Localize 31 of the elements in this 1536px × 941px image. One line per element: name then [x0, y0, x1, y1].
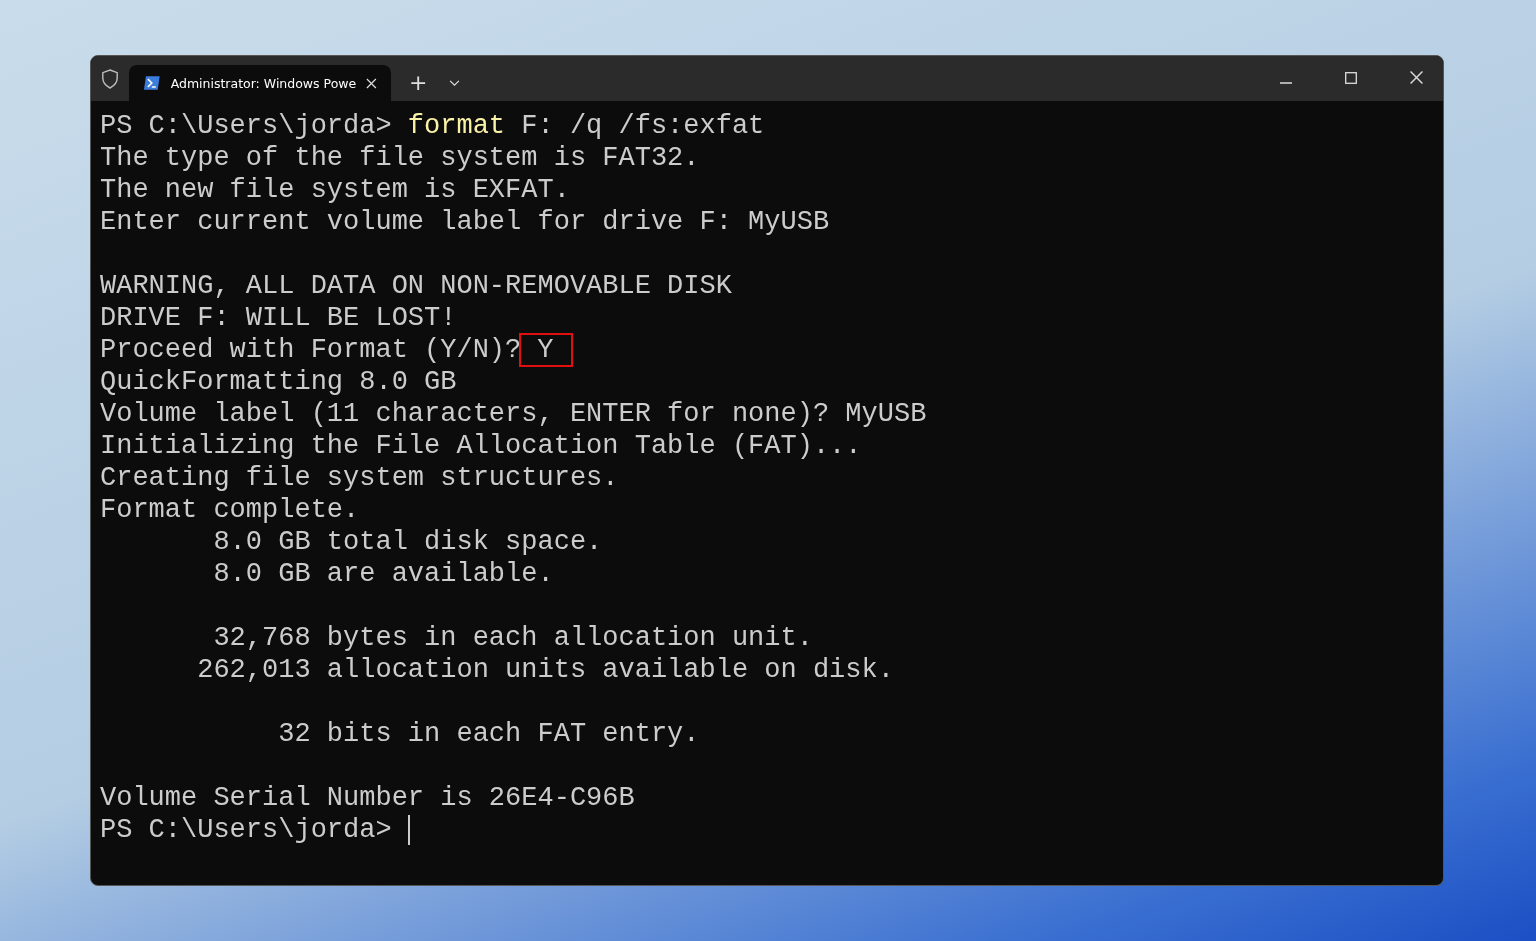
- output-line: 262,013 allocation units available on disk.: [196, 655, 894, 685]
- prompt-text: PS C:\Users\jorda>: [100, 111, 392, 141]
- output-line: Volume Serial Number is 26E4-C96B: [100, 783, 635, 813]
- output-line: QuickFormatting 8.0 GB: [100, 367, 457, 397]
- output-line: The type of the file system is FAT32.: [100, 143, 700, 173]
- shield-icon: [101, 69, 119, 89]
- output-line: Creating file system structures.: [100, 463, 619, 493]
- output-line: The new file system is EXFAT.: [100, 175, 570, 205]
- output-line: WARNING, ALL DATA ON NON-REMOVABLE DISK: [100, 271, 732, 301]
- command-arguments: F: /q /fs:exfat: [521, 111, 765, 141]
- powershell-icon: [143, 75, 161, 91]
- terminal-tab[interactable]: Administrator: Windows Powe: [129, 65, 391, 101]
- output-line: 32,768 bytes in each allocation unit.: [212, 623, 813, 653]
- close-icon[interactable]: [366, 77, 377, 89]
- close-icon[interactable]: [1410, 71, 1423, 84]
- output-line: Enter current volume label for drive F: MyUSB: [100, 207, 830, 237]
- maximize-icon[interactable]: [1345, 72, 1357, 84]
- prompt-text: PS C:\Users\jorda>: [100, 815, 392, 845]
- output-line: 8.0 GB are available.: [212, 559, 554, 589]
- tab-title: Administrator: Windows Powe: [170, 75, 357, 91]
- chevron-down-icon[interactable]: [449, 80, 461, 87]
- output-line: Volume label (11 characters, ENTER for none)? MyUSB: [100, 399, 927, 429]
- new-tab-button[interactable]: +: [405, 70, 432, 96]
- answer-text: Y: [521, 335, 572, 365]
- output-line: 8.0 GB total disk space.: [212, 527, 603, 557]
- output-line: Initializing the File Allocation Table (FAT)...: [100, 431, 862, 461]
- output-line: 32 bits in each FAT entry.: [277, 719, 700, 749]
- output-line: Format complete.: [100, 495, 360, 525]
- command-name: format: [407, 111, 506, 141]
- output-line: DRIVE F: WILL BE LOST!: [100, 303, 457, 333]
- output-line: Proceed with Format (Y/N)?: [100, 335, 522, 365]
